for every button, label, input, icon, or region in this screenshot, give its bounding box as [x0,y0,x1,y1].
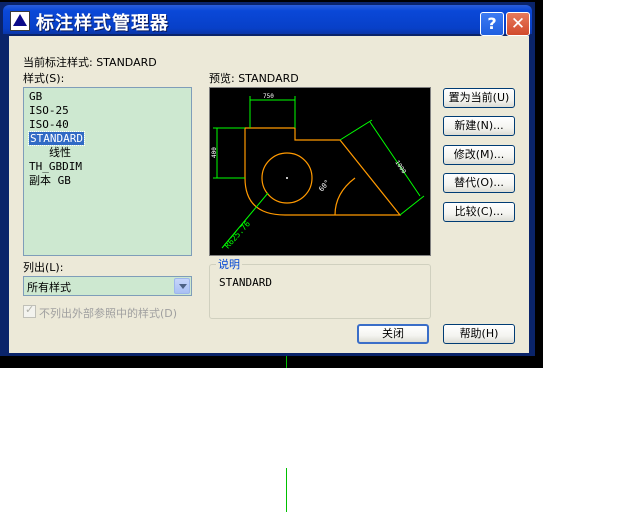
styles-label: 样式(S): [23,72,65,85]
description-title: 说明 [216,256,242,272]
list-filter-label: 列出(L): [23,261,64,274]
autocad-app-icon [10,11,30,31]
list-filter-dropdown[interactable]: 所有样式 [23,276,192,296]
style-list-item[interactable]: ISO-40 [29,118,69,131]
modify-style-button[interactable]: 修改(M)... [443,145,515,165]
title-bar[interactable]: 标注样式管理器 ? ✕ [3,5,532,36]
style-list-item[interactable]: 副本 GB [29,174,71,187]
override-style-button[interactable]: 替代(O)... [443,173,515,193]
preview-part-outline [244,127,402,216]
preview-right-dim-text: 1000 [393,159,407,175]
set-current-button[interactable]: 置为当前(U) [443,88,515,108]
window-title: 标注样式管理器 [36,13,169,34]
style-preview: 750 400 1000 60° R625.76 [209,87,431,256]
close-window-button[interactable]: ✕ [506,12,530,36]
help-question-button[interactable]: ? [480,12,504,36]
drawing-crosshair-line [286,468,287,512]
dialog-client-area: 当前标注样式: STANDARD 样式(S): GB ISO-25 ISO-40 ST… [9,36,529,353]
preview-angle-dim-text: 60° [317,178,331,193]
drawing-crosshair-line [286,356,287,368]
style-list-item[interactable]: TH_GBDIM [29,160,82,173]
preview-drawing: 750 400 1000 60° R625.76 [211,93,425,250]
style-list-item[interactable]: 线性 [49,146,71,159]
new-style-button[interactable]: 新建(N)... [443,116,515,136]
description-group [209,264,431,319]
styles-list[interactable]: GB ISO-25 ISO-40 STANDARD 线性 TH_GBDIM 副本 GB [23,87,192,256]
preview-top-dim-text: 750 [263,93,274,100]
current-style-label: 当前标注样式: STANDARD [23,56,157,69]
style-list-item[interactable]: ISO-25 [29,104,69,117]
list-filter-selected: 所有样式 [27,281,71,294]
preview-label: 预览: STANDARD [209,72,299,85]
preview-top-dimension [249,96,296,128]
compare-style-button[interactable]: 比较(C)... [443,202,515,222]
dimension-style-manager-dialog: 标注样式管理器 ? ✕ 当前标注样式: STANDARD 样式(S): GB IS… [0,2,535,356]
style-list-item[interactable]: GB [29,90,42,103]
preview-center-mark [286,177,288,179]
help-button[interactable]: 帮助(H) [443,324,515,344]
chevron-down-icon[interactable] [174,278,190,294]
preview-left-dim-text: 400 [211,147,218,158]
preview-angle-arc [334,177,356,216]
exclude-xref-label: 不列出外部参照中的样式(D) [39,307,178,320]
description-text: STANDARD [219,276,272,289]
style-list-item[interactable]: STANDARD [28,131,85,146]
exclude-xref-checkbox[interactable] [23,303,36,318]
close-button[interactable]: 关闭 [357,324,429,344]
preview-right-dimension [339,119,425,216]
preview-radius-dim-text: R625.76 [223,219,252,250]
